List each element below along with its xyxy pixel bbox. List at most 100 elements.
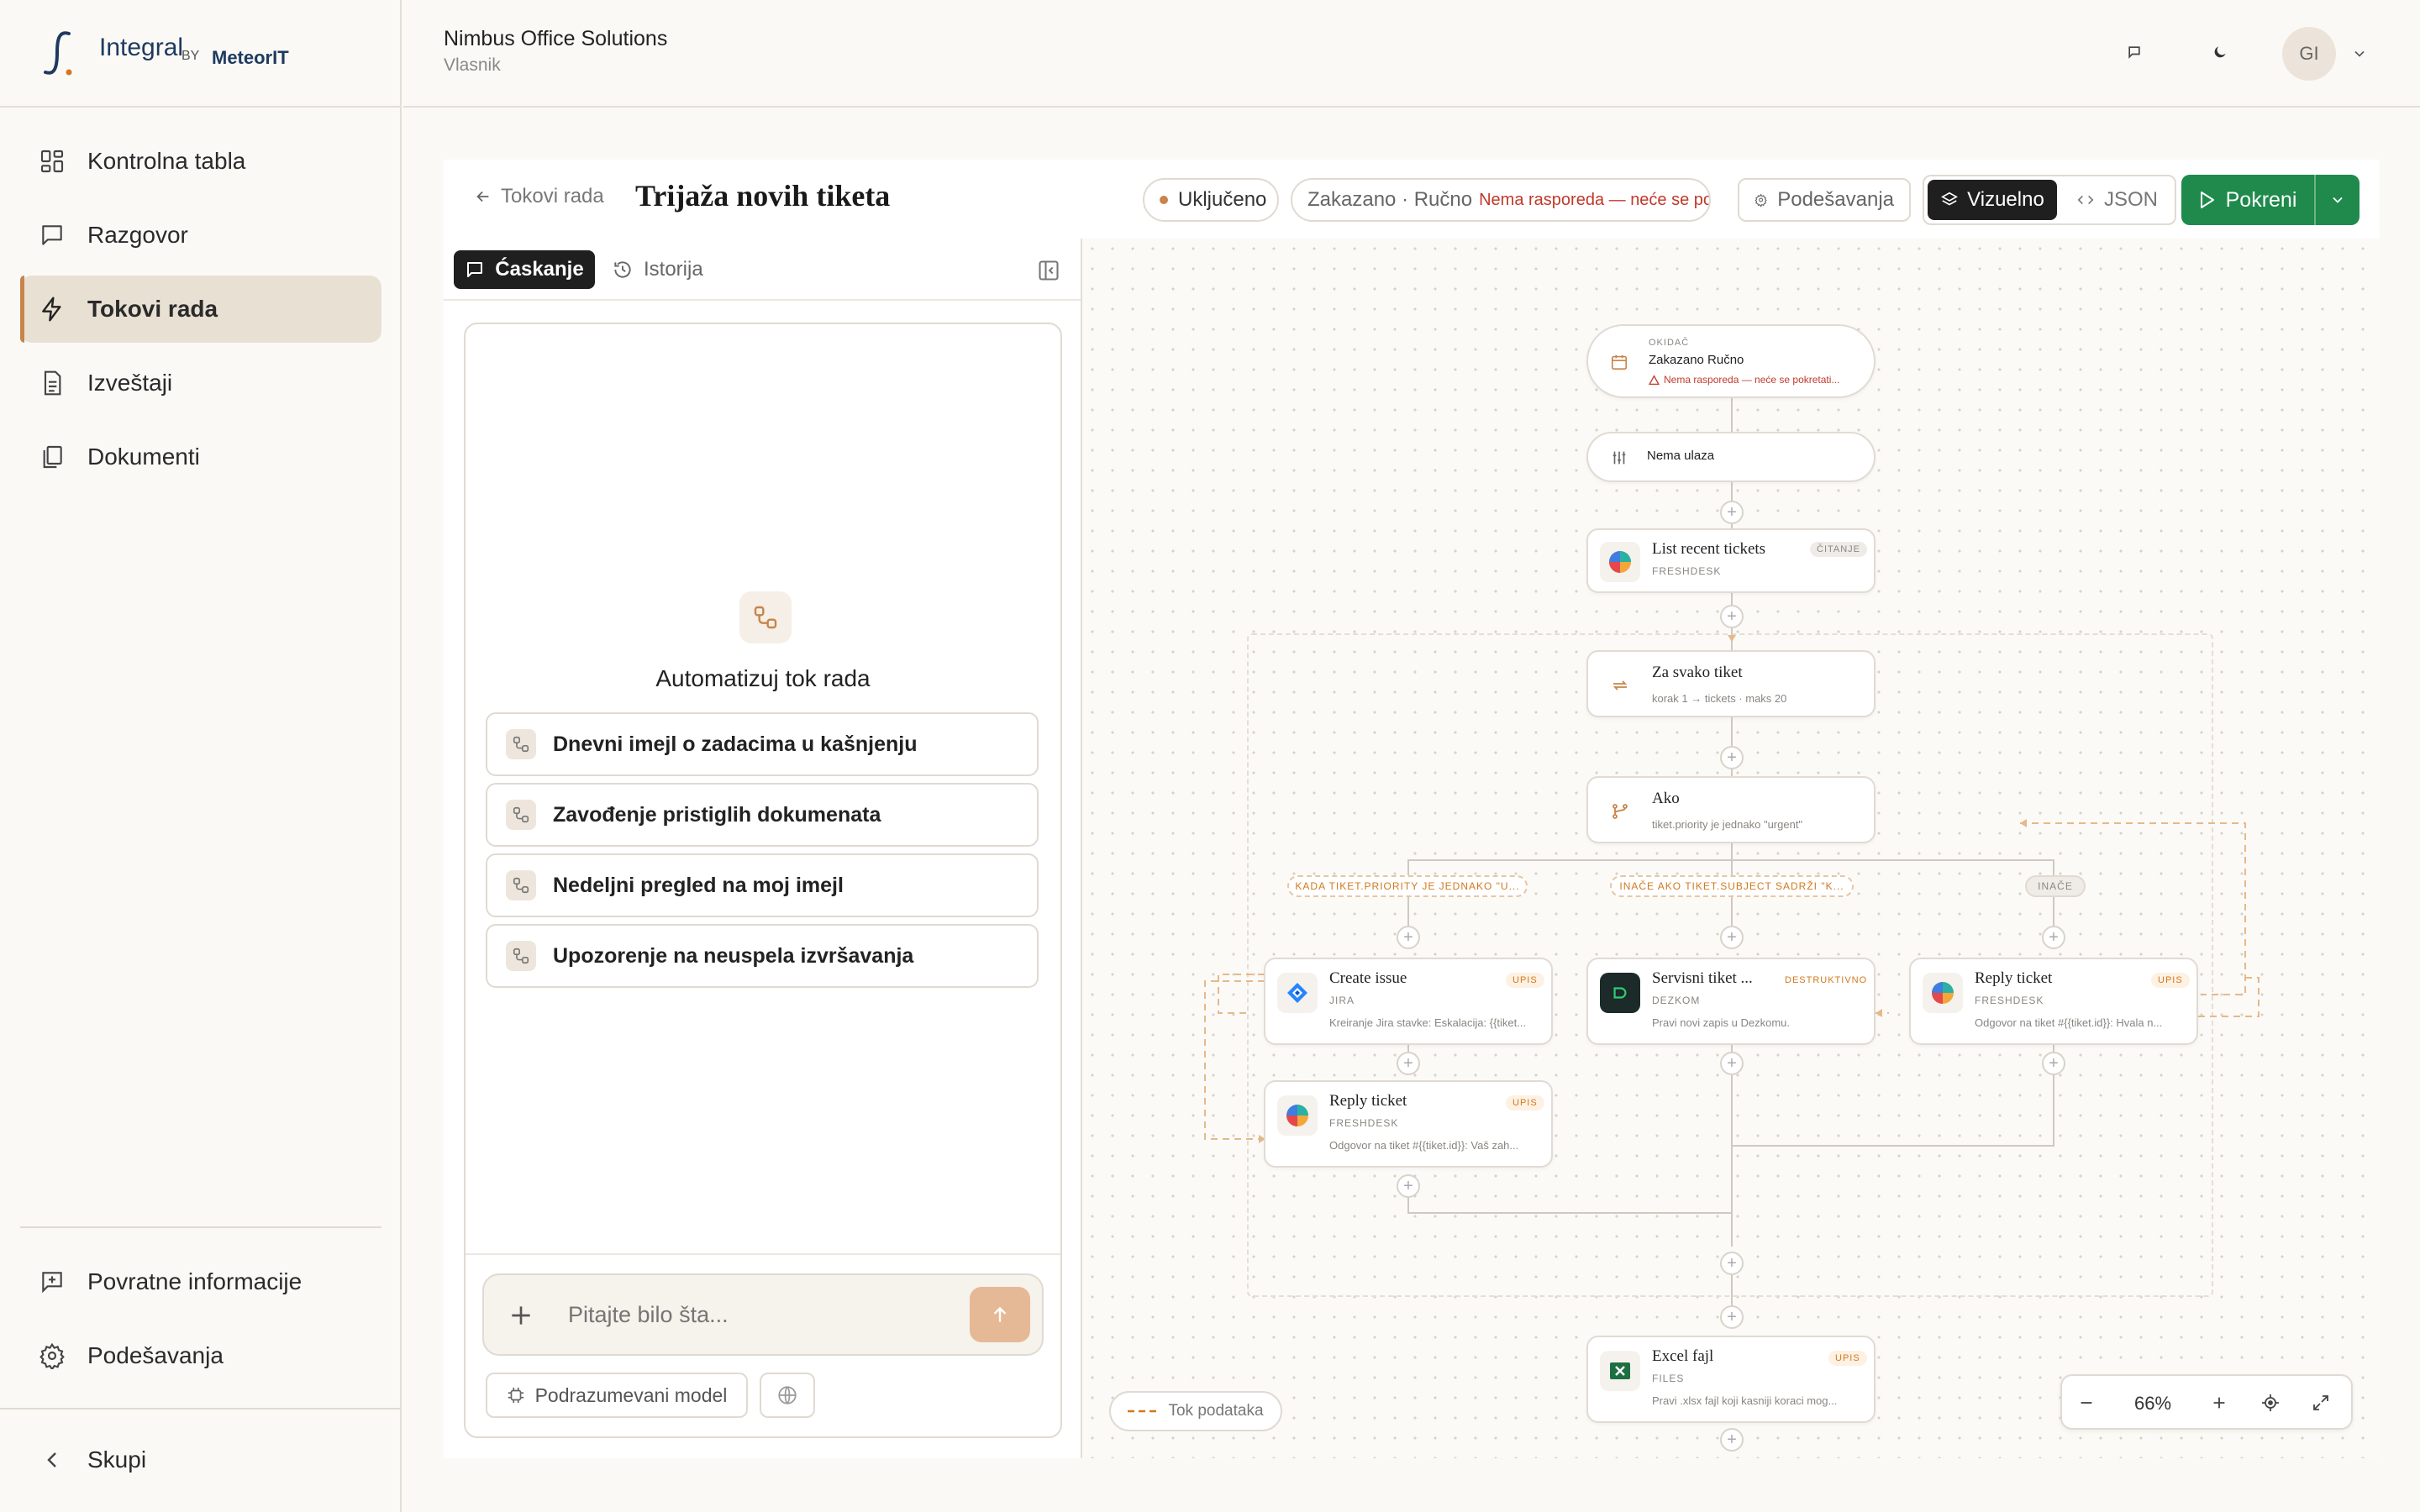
model-select[interactable]: Podrazumevani model xyxy=(486,1373,748,1418)
suggestion-item[interactable]: Dnevni imejl o zadacima u kašnjenju xyxy=(486,712,1039,776)
suggestion-label: Dnevni imejl o zadacima u kašnjenju xyxy=(553,732,918,756)
chevron-down-icon[interactable] xyxy=(2351,45,2368,62)
freshdesk-icon xyxy=(1923,973,1963,1013)
workflow-icon xyxy=(506,941,536,971)
add-step-button[interactable]: + xyxy=(1720,605,1744,628)
run-button-group: Pokreni xyxy=(2181,175,2360,225)
workflow-canvas[interactable]: OKIDAČ Zakazano Ručno Nema rasporeda — n… xyxy=(1082,239,2380,1458)
view-json-button[interactable]: JSON xyxy=(2062,180,2171,220)
branch-label-if[interactable]: KADA TIKET.PRIORITY JE JEDNAKO "U... xyxy=(1287,875,1528,897)
sidebar-item-label: Dokumenti xyxy=(87,444,200,470)
add-step-button[interactable]: + xyxy=(1720,1252,1744,1275)
sidebar-item-documents[interactable]: Dokumenti xyxy=(20,423,381,491)
data-flow-legend[interactable]: Tok podataka xyxy=(1109,1391,1282,1431)
add-step-button[interactable]: + xyxy=(1720,926,1744,949)
node-desc: tiket.priority je jednako "urgent" xyxy=(1652,818,1803,831)
back-to-workflows-link[interactable]: Tokovi rada xyxy=(474,185,604,208)
add-step-button[interactable]: + xyxy=(1397,926,1420,949)
calendar-clock-icon xyxy=(1611,354,1628,370)
dezkom-icon xyxy=(1600,973,1640,1013)
feedback-icon xyxy=(42,1272,62,1294)
tab-chat[interactable]: Ćaskanje xyxy=(454,250,595,289)
add-step-button[interactable]: + xyxy=(2042,1052,2065,1075)
sidebar: Integral BY MeteorIT Kontrolna tabla Raz… xyxy=(0,0,402,1512)
suggestion-label: Zavođenje pristiglih dokumenata xyxy=(553,802,881,827)
send-button[interactable] xyxy=(970,1287,1030,1342)
trigger-node[interactable]: OKIDAČ Zakazano Ručno Nema rasporeda — n… xyxy=(1586,324,1876,398)
schedule-pill[interactable]: Zakazano · Ručno Nema rasporeda — neće s… xyxy=(1291,178,1711,222)
suggestion-item[interactable]: Upozorenje na neuspela izvršavanja xyxy=(486,924,1039,988)
chat-panel: Ćaskanje Istorija Automatizuj tok rada D… xyxy=(444,239,1082,1458)
view-visual-button[interactable]: Vizuelno xyxy=(1928,180,2057,220)
run-options-button[interactable] xyxy=(2316,175,2360,225)
node-service-ticket[interactable]: Servisni tiket ... DEZKOM Pravi novi zap… xyxy=(1586,958,1876,1045)
add-step-button[interactable]: + xyxy=(1397,1052,1420,1075)
panel-collapse-icon[interactable] xyxy=(1037,259,1060,282)
sidebar-item-reports[interactable]: Izveštaji xyxy=(20,349,381,417)
status-toggle[interactable]: Uključeno xyxy=(1143,178,1279,222)
add-step-button[interactable]: + xyxy=(2042,926,2065,949)
web-search-toggle[interactable] xyxy=(760,1373,815,1418)
node-app: FRESHDESK xyxy=(1329,1117,1399,1129)
sidebar-collapse-button[interactable]: Skupi xyxy=(20,1426,381,1494)
run-label: Pokreni xyxy=(2225,187,2297,212)
run-button[interactable]: Pokreni xyxy=(2181,175,2314,225)
sidebar-item-chat[interactable]: Razgovor xyxy=(20,202,381,269)
sidebar-item-workflows[interactable]: Tokovi rada xyxy=(20,276,381,343)
sidebar-item-feedback[interactable]: Povratne informacije xyxy=(20,1248,381,1315)
node-app: FRESHDESK xyxy=(1652,565,1722,577)
node-desc: Odgovor na tiket #{{tiket.id}}: Vaš zah.… xyxy=(1329,1139,1519,1152)
plus-icon[interactable] xyxy=(508,1302,534,1329)
node-list-tickets[interactable]: List recent tickets FRESHDESK ČITANJE xyxy=(1586,528,1876,593)
locate-icon[interactable] xyxy=(2260,1393,2281,1413)
brand-by: BY xyxy=(182,49,200,63)
brand-name: Integral xyxy=(99,34,184,61)
empty-title: Automatizuj tok rada xyxy=(655,665,871,691)
trigger-title: Zakazano Ručno xyxy=(1649,353,1744,367)
globe-icon xyxy=(778,1386,797,1404)
node-reply-ticket-urgent[interactable]: Reply ticket FRESHDESK Odgovor na tiket … xyxy=(1264,1080,1553,1168)
add-step-button[interactable]: + xyxy=(1720,1052,1744,1075)
tab-history[interactable]: Istorija xyxy=(612,250,703,289)
zoom-in-icon[interactable] xyxy=(2210,1394,2228,1412)
node-title: Servisni tiket ... xyxy=(1652,969,1753,987)
input-node[interactable]: Nema ulaza xyxy=(1586,432,1876,482)
documents-icon xyxy=(43,445,62,469)
lightning-icon xyxy=(42,297,61,322)
add-step-button[interactable]: + xyxy=(1720,1428,1744,1452)
node-condition[interactable]: Ako tiket.priority je jednako "urgent" xyxy=(1586,776,1876,843)
node-jira-create-issue[interactable]: Create issue JIRA Kreiranje Jira stavke:… xyxy=(1264,958,1553,1045)
chat-icon xyxy=(467,262,483,277)
tab-history-label: Istorija xyxy=(644,258,703,281)
suggestion-item[interactable]: Zavođenje pristiglih dokumenata xyxy=(486,783,1039,847)
settings-button[interactable]: Podešavanja xyxy=(1738,178,1911,222)
workflow-icon xyxy=(754,606,777,629)
node-badge: UPIS xyxy=(2151,973,2190,988)
add-step-button[interactable]: + xyxy=(1720,1305,1744,1329)
add-step-button[interactable]: + xyxy=(1720,746,1744,769)
add-step-button[interactable]: + xyxy=(1397,1174,1420,1198)
zoom-out-icon[interactable] xyxy=(2077,1394,2096,1412)
brand-logo[interactable]: Integral BY MeteorIT xyxy=(0,0,402,108)
node-loop[interactable]: Za svako tiket korak 1 → tickets · maks … xyxy=(1586,650,1876,717)
gear-icon xyxy=(1754,193,1767,207)
avatar[interactable]: GI xyxy=(2282,27,2336,81)
sidebar-item-settings[interactable]: Podešavanja xyxy=(20,1322,381,1389)
branch-label-else[interactable]: INAČE xyxy=(2025,875,2086,897)
node-excel-file[interactable]: Excel fajl FILES Pravi .xlsx fajl koji k… xyxy=(1586,1336,1876,1423)
top-bar: Nimbus Office Solutions Vlasnik GI xyxy=(403,0,2420,108)
chevron-left-icon xyxy=(47,1452,56,1467)
add-step-button[interactable]: + xyxy=(1720,501,1744,524)
chat-input[interactable] xyxy=(568,1294,938,1336)
brand-partner: MeteorIT xyxy=(212,47,289,68)
sidebar-item-label: Povratne informacije xyxy=(87,1268,302,1294)
node-reply-ticket-else[interactable]: Reply ticket FRESHDESK Odgovor na tiket … xyxy=(1909,958,2198,1045)
branch-label-else-if[interactable]: INAČE AKO TIKET.SUBJECT SADRŽI "K... xyxy=(1610,875,1854,897)
node-desc: Pravi .xlsx fajl koji kasniji koraci mog… xyxy=(1652,1394,1838,1407)
fullscreen-icon[interactable] xyxy=(2311,1393,2331,1413)
moon-icon[interactable] xyxy=(2212,44,2228,60)
node-title: Excel fajl xyxy=(1652,1347,1714,1365)
sidebar-item-dashboard[interactable]: Kontrolna tabla xyxy=(20,128,381,195)
suggestion-item[interactable]: Nedeljni pregled na moj imejl xyxy=(486,853,1039,917)
feedback-flag-icon[interactable] xyxy=(2126,44,2143,60)
